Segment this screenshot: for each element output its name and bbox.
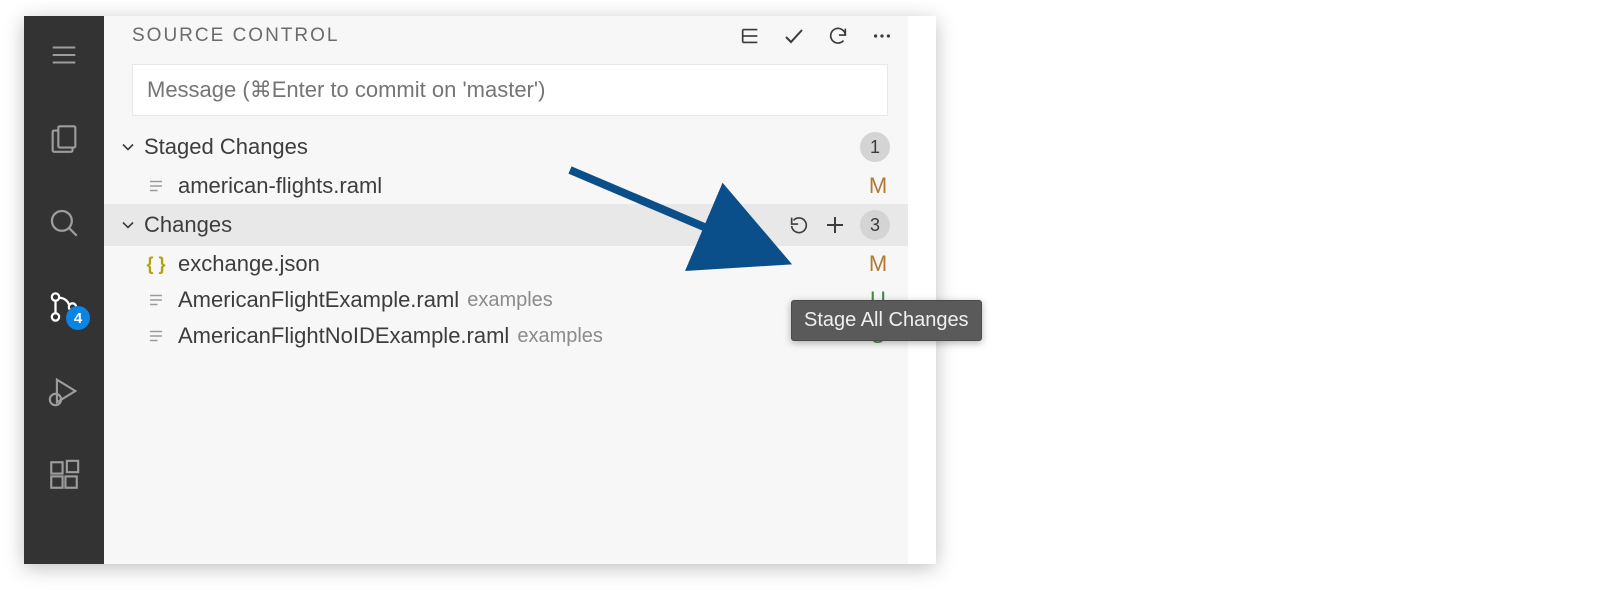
file-lines-icon (144, 174, 168, 198)
refresh-icon[interactable] (826, 24, 850, 48)
file-dir: examples (467, 289, 553, 312)
debug-icon[interactable] (24, 360, 104, 422)
activity-bar: 4 (24, 16, 104, 564)
menu-icon[interactable] (24, 24, 104, 86)
commit-icon[interactable] (782, 24, 806, 48)
file-row[interactable]: AmericanFlightExample.raml examples U (104, 282, 908, 318)
vscode-window: 4 SOURCE CONTROL (24, 16, 936, 564)
section-label: Changes (144, 212, 232, 238)
file-row[interactable]: { } exchange.json M (104, 246, 908, 282)
chevron-down-icon (114, 133, 142, 161)
commit-message-input[interactable] (132, 64, 888, 116)
file-name: AmericanFlightExample.raml (178, 287, 459, 313)
section-staged-changes[interactable]: Staged Changes 1 (104, 126, 908, 168)
file-name: american-flights.raml (178, 173, 382, 199)
source-control-icon[interactable]: 4 (24, 276, 104, 338)
count-badge: 3 (860, 210, 890, 240)
file-name: exchange.json (178, 251, 320, 277)
file-lines-icon (144, 324, 168, 348)
file-lines-icon (144, 288, 168, 312)
scm-header: SOURCE CONTROL (104, 16, 908, 58)
chevron-down-icon (114, 211, 142, 239)
stage-all-icon[interactable] (820, 210, 850, 240)
file-name: AmericanFlightNoIDExample.raml (178, 323, 509, 349)
discard-all-icon[interactable] (784, 210, 814, 240)
view-as-tree-icon[interactable] (738, 24, 762, 48)
count-badge: 1 (860, 132, 890, 162)
status-modified: M (866, 173, 890, 199)
scm-badge: 4 (66, 306, 90, 330)
search-icon[interactable] (24, 192, 104, 254)
extensions-icon[interactable] (24, 444, 104, 506)
section-label: Staged Changes (144, 134, 308, 160)
scm-title: SOURCE CONTROL (132, 25, 339, 47)
more-actions-icon[interactable] (870, 24, 894, 48)
scm-panel: SOURCE CONTROL Stag (104, 16, 936, 564)
file-dir: examples (517, 325, 603, 348)
file-row[interactable]: AmericanFlightNoIDExample.raml examples … (104, 318, 908, 354)
file-row[interactable]: american-flights.raml M (104, 168, 908, 204)
tooltip-stage-all: Stage All Changes (791, 300, 982, 341)
section-changes[interactable]: Changes 3 (104, 204, 908, 246)
file-json-icon: { } (144, 252, 168, 276)
status-modified: M (866, 251, 890, 277)
explorer-icon[interactable] (24, 108, 104, 170)
scm-actions (738, 24, 894, 48)
